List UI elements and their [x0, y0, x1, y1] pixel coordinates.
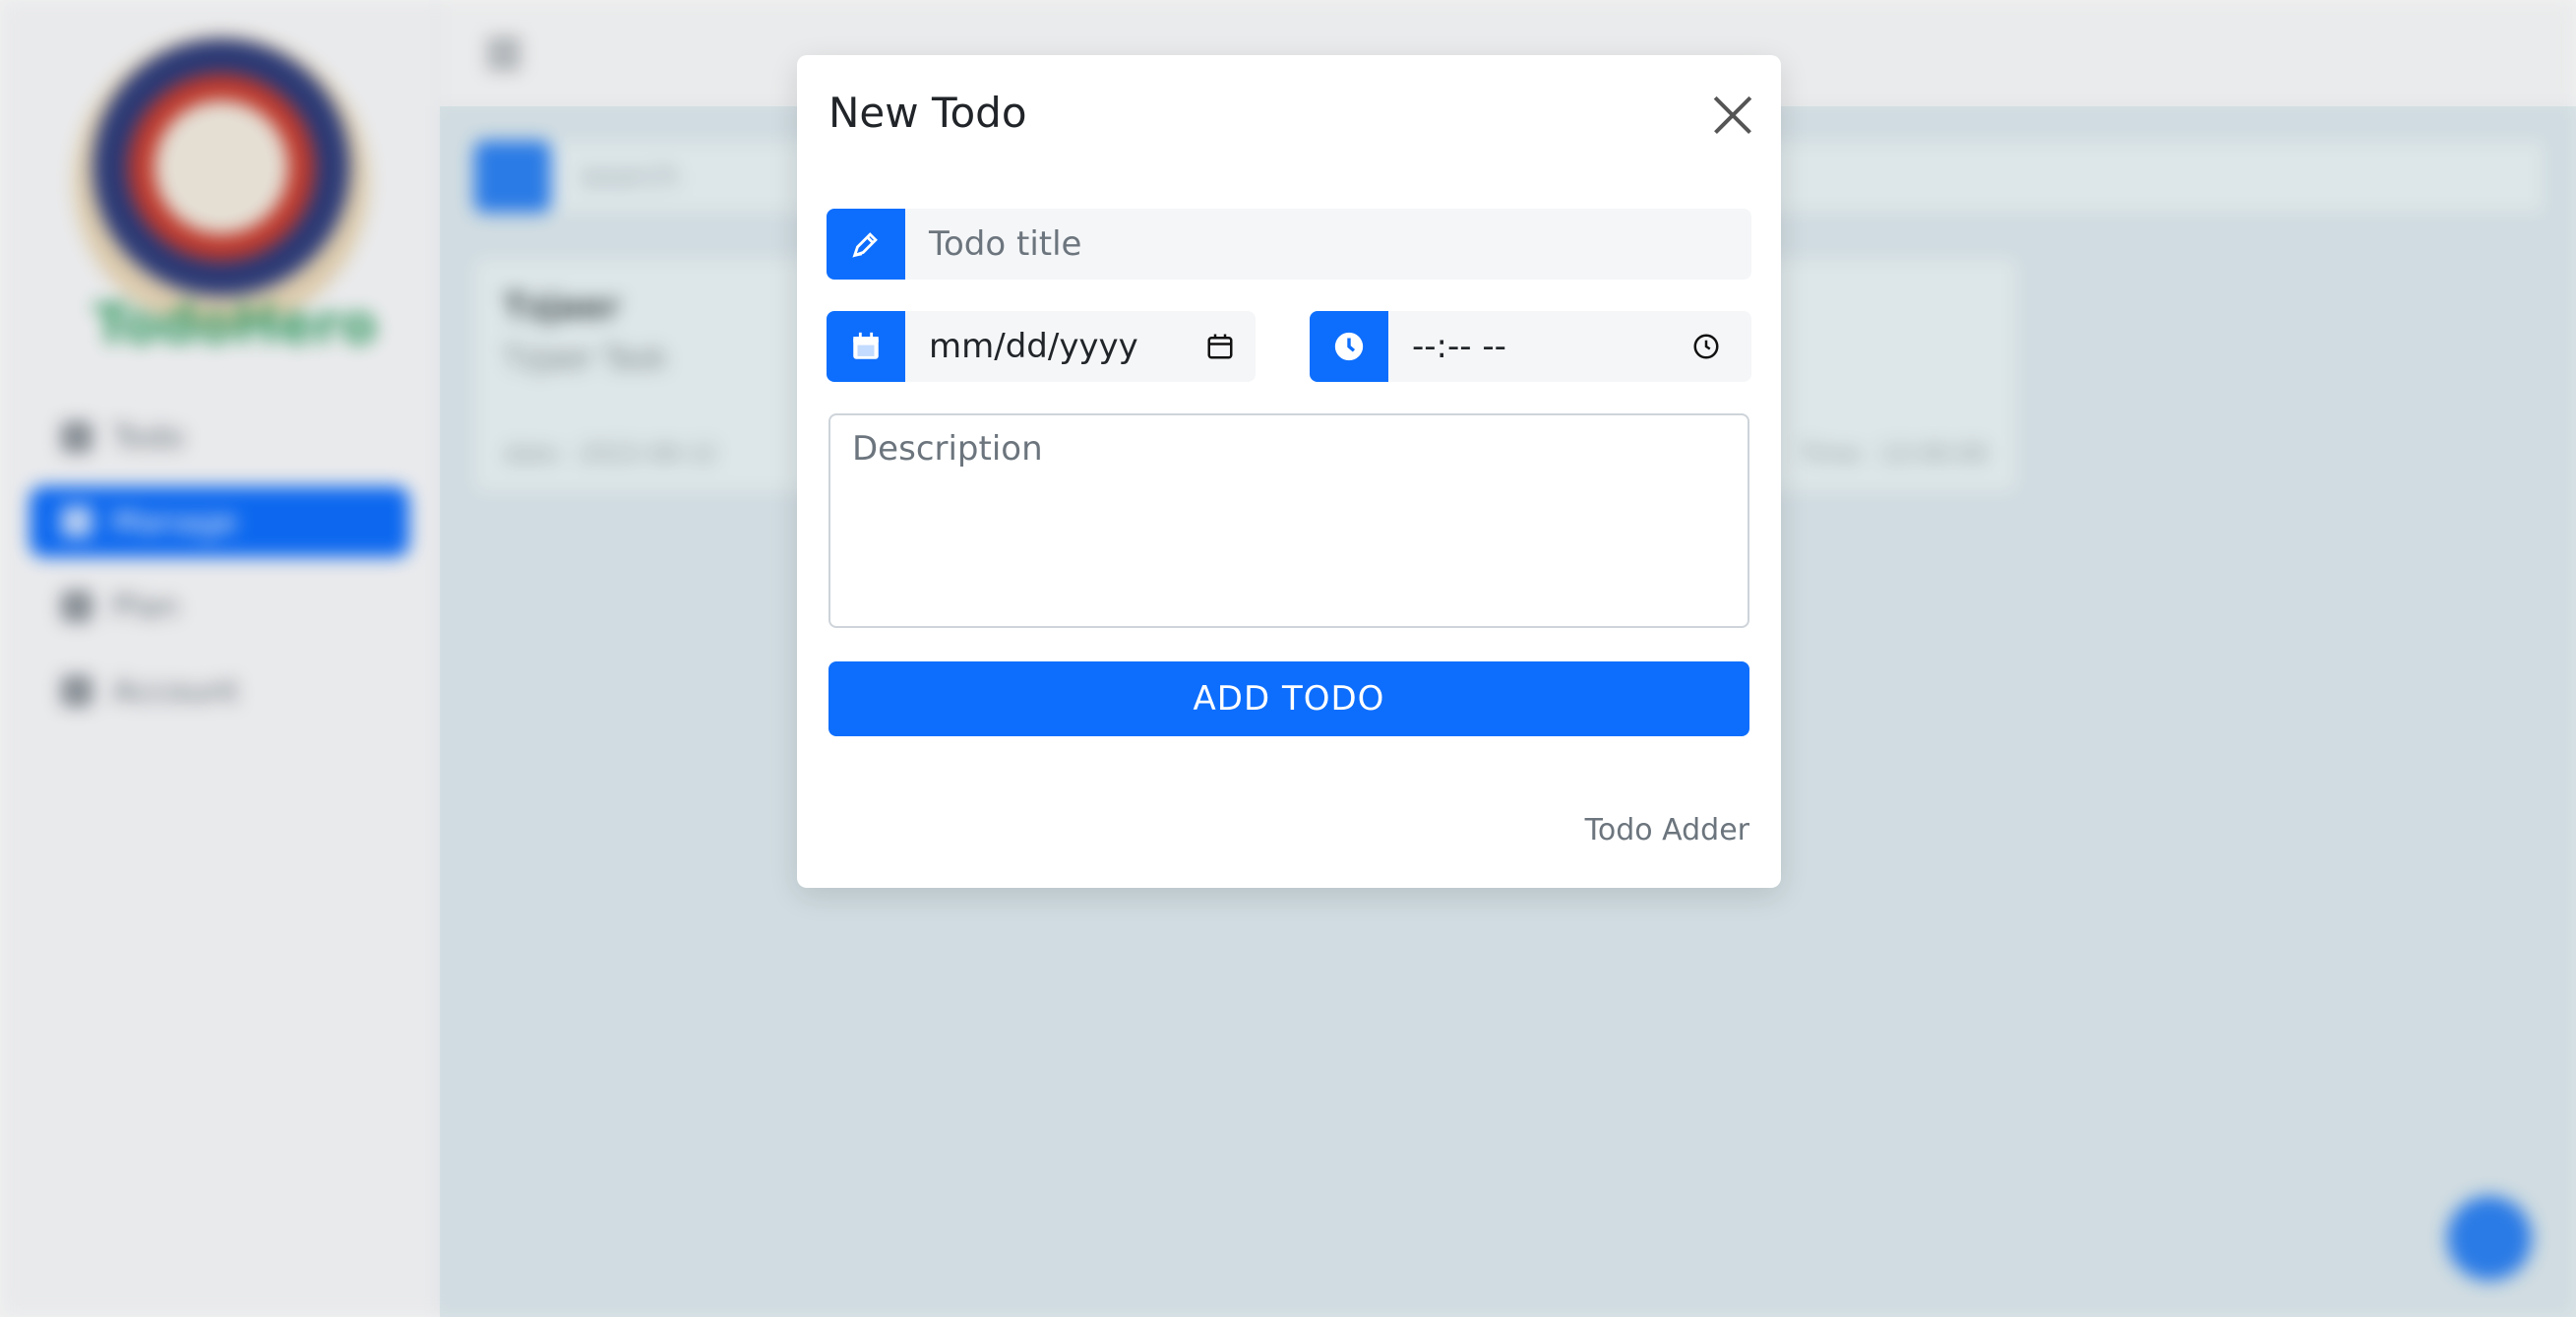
add-todo-button[interactable]: ADD TODO — [828, 661, 1749, 736]
description-textarea[interactable]: Description — [828, 413, 1749, 628]
time-picker-icon[interactable] — [1691, 332, 1721, 361]
date-input[interactable]: mm/dd/yyyy — [905, 311, 1256, 382]
pen-icon — [852, 232, 878, 258]
todo-title-placeholder: Todo title — [929, 224, 1082, 264]
time-value: --:-- -- — [1412, 327, 1506, 366]
clock-icon — [1334, 332, 1364, 361]
calendar-addon — [827, 311, 905, 382]
clock-addon — [1310, 311, 1388, 382]
date-value: mm/dd/yyyy — [929, 327, 1138, 366]
description-placeholder: Description — [852, 429, 1043, 469]
todo-title-input[interactable]: Todo title — [905, 209, 1751, 280]
pen-addon — [827, 209, 905, 280]
modal-title: New Todo — [828, 89, 1027, 137]
new-todo-modal: New Todo Todo title mm/dd/yyyy --:-- -- — [797, 55, 1781, 888]
calendar-icon — [853, 332, 879, 359]
date-picker-icon[interactable] — [1205, 332, 1235, 361]
modal-footer-text: Todo Adder — [1584, 813, 1749, 847]
time-input[interactable]: --:-- -- — [1388, 311, 1751, 382]
close-icon[interactable] — [1712, 94, 1753, 136]
